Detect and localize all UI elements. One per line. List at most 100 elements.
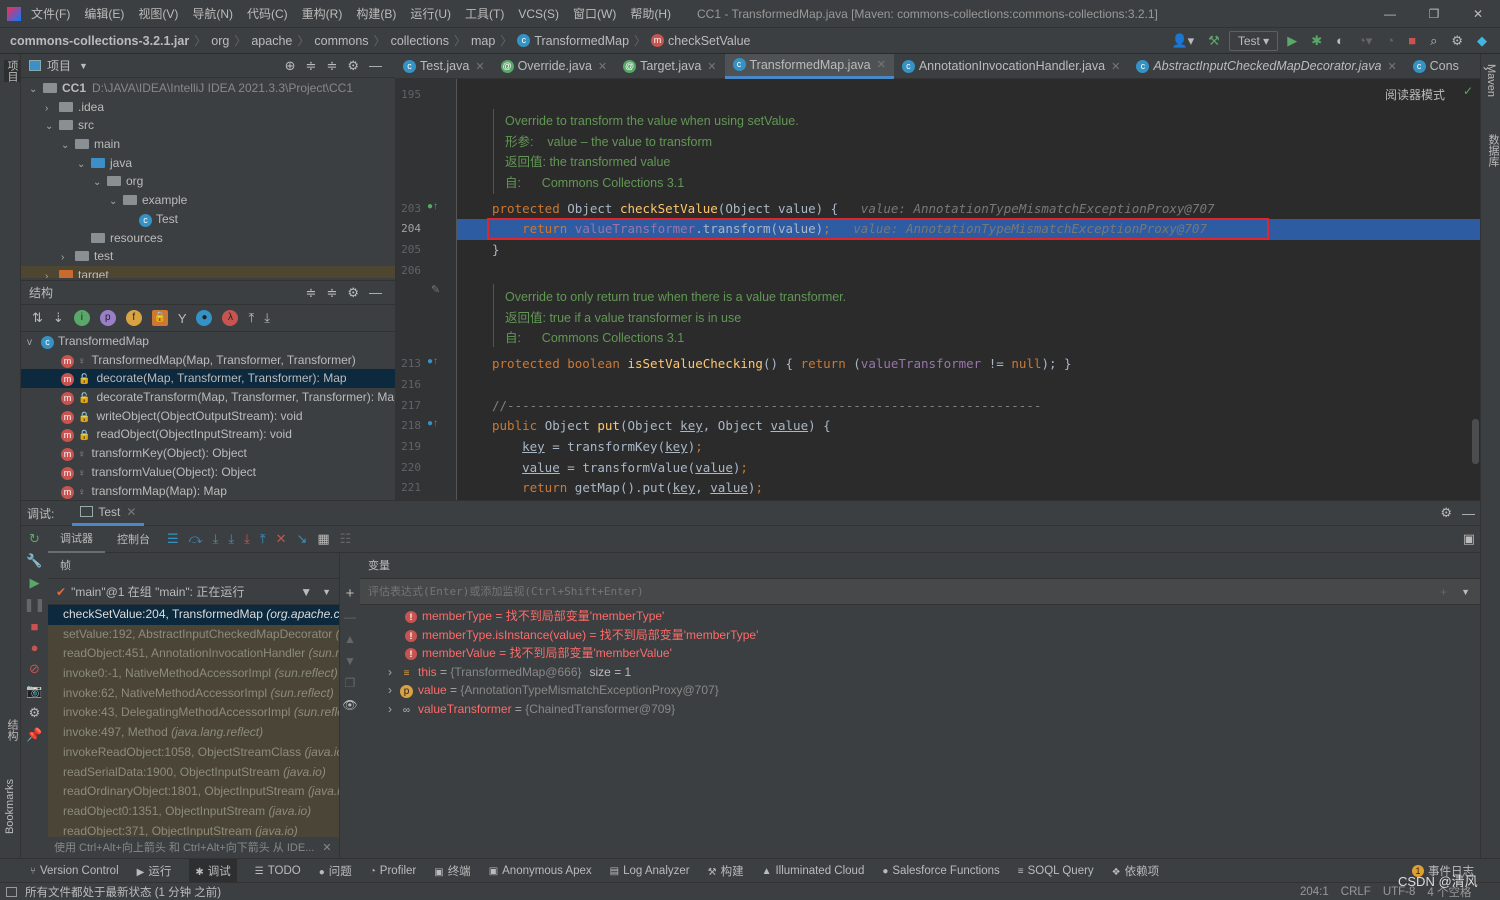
bookmarks-tool-tab[interactable]: Bookmarks <box>4 779 16 834</box>
run-config-select[interactable]: Test ▾ <box>1228 30 1279 51</box>
tree-item[interactable]: › test <box>21 247 395 266</box>
anonymous-class-icon[interactable]: ● <box>196 310 213 326</box>
close-tab-icon[interactable]: ✕ <box>1111 60 1120 73</box>
watch-item[interactable]: ! memberType = 找不到局部变量'memberType' <box>360 607 1480 626</box>
menu-item[interactable]: 编辑(E) <box>84 5 124 22</box>
gear-icon[interactable]: ⚙ <box>347 285 359 301</box>
expand-arrow-icon[interactable]: ⌄ <box>93 174 107 193</box>
tree-item[interactable]: resources <box>21 229 395 248</box>
show-lambdas-tree-icon[interactable]: Y <box>178 311 187 326</box>
tool-window-version-control[interactable]: ⑂ Version Control <box>30 865 119 877</box>
restore-layout-icon[interactable]: ▣ <box>1463 531 1475 547</box>
breadcrumb-method[interactable]: checkSetValue <box>668 34 750 48</box>
expand-arrow-icon[interactable]: ⌄ <box>61 137 75 156</box>
show-inherited-icon[interactable]: i <box>73 310 90 326</box>
debug-session-tab[interactable]: Test ✕ <box>72 501 145 526</box>
sort-visibility-icon[interactable]: ⇅ <box>32 310 43 326</box>
menu-item[interactable]: 视图(V) <box>138 5 178 22</box>
autoscroll-to-source-icon[interactable]: ⤒ <box>248 310 254 326</box>
structure-item[interactable]: m 🔓 decorate(Map, Transformer, Transformer… <box>21 369 395 389</box>
status-panel-icon[interactable] <box>6 886 17 897</box>
structure-item[interactable]: m 🔒 writeObject(ObjectOutputStream): void <box>21 407 395 426</box>
camera-snapshot-icon[interactable]: 📷 <box>26 683 42 699</box>
remove-watch-icon[interactable]: — <box>344 610 356 624</box>
menu-item[interactable]: VCS(S) <box>518 7 559 21</box>
locate-icon[interactable]: ⊕ <box>285 58 296 74</box>
close-tab-icon[interactable]: ✕ <box>598 60 607 73</box>
tool-window-todo[interactable]: ☰ TODO <box>255 865 301 877</box>
tree-item[interactable]: ⌄ java <box>21 154 395 173</box>
profile-icon[interactable]: ◔▾ <box>1358 33 1372 49</box>
stop-icon[interactable]: ■ <box>1408 33 1416 48</box>
attach-icon[interactable]: ◔ <box>1386 33 1394 48</box>
restore-button[interactable]: ❐ <box>1412 7 1456 21</box>
caret-position[interactable]: 204:1 <box>1300 886 1329 898</box>
build-hammer-icon[interactable]: ⚒ <box>1208 33 1220 49</box>
menu-item[interactable]: 重构(R) <box>302 5 343 22</box>
autoscroll-from-source-icon[interactable]: ⤓ <box>264 310 270 326</box>
step-over-icon[interactable]: ⤓ <box>213 531 219 547</box>
structure-tool-tab[interactable]: 结构 <box>4 719 20 741</box>
tool-window-anonymous-apex[interactable]: ▣ Anonymous Apex <box>489 865 592 877</box>
debug-bug-icon[interactable]: ✱ <box>1311 33 1322 49</box>
show-properties-icon[interactable]: p <box>99 310 116 326</box>
stack-frame[interactable]: invoke:43, DelegatingMethodAccessorImpl … <box>48 703 339 723</box>
user-icon[interactable]: 👤▾ <box>1171 33 1194 49</box>
add-watch-icon[interactable]: + <box>346 585 355 602</box>
tool-window-运行[interactable]: ▶ 运行 <box>137 863 172 879</box>
structure-item[interactable]: m ♀ TransformedMap(Map, Transformer, Trans… <box>21 351 395 370</box>
expand-arrow-icon[interactable]: ⌄ <box>77 156 91 175</box>
tab-list-chevron-icon[interactable]: ⌄ <box>1481 59 1491 73</box>
show-execution-point-icon[interactable]: ⤼ <box>189 531 203 547</box>
expand-arrow-icon[interactable]: › <box>388 665 392 679</box>
evaluate-expression-icon[interactable]: ▦ <box>317 531 329 547</box>
breadcrumb-apache[interactable]: apache <box>251 34 292 48</box>
expand-all-icon[interactable]: ≑ <box>306 58 317 74</box>
eye-icon[interactable]: 👁 <box>342 698 357 712</box>
move-up-icon[interactable]: ▲ <box>344 632 356 646</box>
structure-item[interactable]: m 🔓 decorateTransform(Map, Transformer, Tr… <box>21 388 401 407</box>
stop-icon[interactable]: ■ <box>31 619 39 634</box>
close-tab-icon[interactable]: ✕ <box>877 58 886 71</box>
tab-target-java[interactable]: @ Target.java ✕ <box>615 54 724 79</box>
settings-gear-icon[interactable]: ⚙ <box>29 705 41 721</box>
project-tool-tab[interactable]: 项目 <box>4 60 20 82</box>
add-icon[interactable]: + <box>1440 585 1447 599</box>
tree-item[interactable]: › target <box>21 265 395 278</box>
tab-abstractinputcheckedmapdecorator-java[interactable]: c AbstractInputCheckedMapDecorator.java ✕ <box>1128 54 1404 79</box>
sort-alpha-icon[interactable]: ⇣ <box>53 310 64 326</box>
stack-frame[interactable]: readSerialData:1900, ObjectInputStream (… <box>48 763 339 783</box>
move-down-icon[interactable]: ▼ <box>344 654 356 668</box>
tool-window-soql-query[interactable]: ≡ SOQL Query <box>1018 865 1094 877</box>
reader-mode-toggle[interactable]: 阅读器模式 <box>1385 86 1445 103</box>
tree-item[interactable]: ⌄ main <box>21 135 395 154</box>
menu-item[interactable]: 构建(B) <box>356 5 396 22</box>
expand-arrow-icon[interactable]: ⌄ <box>29 81 43 100</box>
expand-arrow-icon[interactable]: › <box>388 683 392 697</box>
settings-gear-icon[interactable]: ⚙ <box>1451 33 1463 49</box>
close-tab-icon[interactable]: ✕ <box>475 60 484 73</box>
breadcrumb-collections[interactable]: collections <box>391 34 449 48</box>
mute-breakpoints-icon[interactable]: ⊘ <box>29 661 40 677</box>
variable-item[interactable]: › ∞ valueTransformer = {ChainedTransformer… <box>360 700 1480 719</box>
tree-item[interactable]: ⌄ example <box>21 191 395 210</box>
collapse-all-icon[interactable]: ≑ <box>326 58 337 74</box>
stack-frame[interactable]: invoke0:-1, NativeMethodAccessorImpl (su… <box>48 664 339 684</box>
tab-transformedmap-java[interactable]: c TransformedMap.java ✕ <box>724 53 894 79</box>
layout-menu-icon[interactable]: ☰ <box>167 531 179 547</box>
structure-item[interactable]: m ♀ transformMap(Map): Map <box>21 482 395 501</box>
variable-item[interactable]: › p value = {AnnotationTypeMismatchExcepti… <box>360 681 1480 700</box>
project-view-select[interactable]: 项目 <box>47 57 71 74</box>
expand-all-icon[interactable]: ≑ <box>306 285 317 301</box>
structure-item[interactable]: m ♀ transformKey(Object): Object <box>21 444 395 463</box>
thread-select[interactable]: ✔ "main"@1 在组 "main": 正在运行 ▼ ▼ <box>48 579 339 605</box>
expand-arrow-icon[interactable]: ⌄ <box>109 193 123 212</box>
stack-frame[interactable]: readObject:371, ObjectInputStream (java.… <box>48 822 339 837</box>
modify-config-wrench-icon[interactable]: 🔧 <box>26 553 42 569</box>
duplicate-icon[interactable]: ❐ <box>345 676 356 690</box>
tab-cons[interactable]: c Cons <box>1405 54 1467 79</box>
close-tab-icon[interactable]: ✕ <box>707 60 716 73</box>
menu-item[interactable]: 代码(C) <box>247 5 288 22</box>
evaluate-expression-input[interactable] <box>360 585 1441 598</box>
stack-frame[interactable]: readObject0:1351, ObjectInputStream (jav… <box>48 802 339 822</box>
